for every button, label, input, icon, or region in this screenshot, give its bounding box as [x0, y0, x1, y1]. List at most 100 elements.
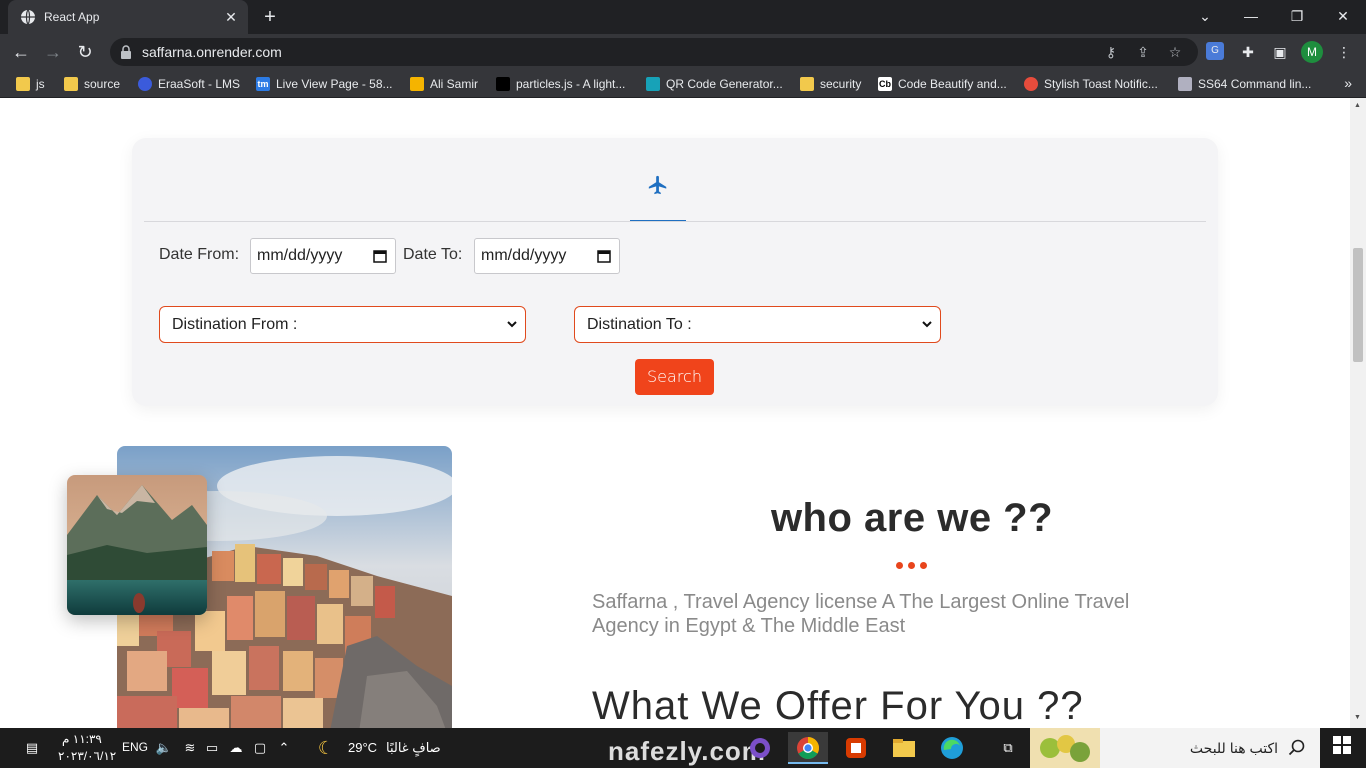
scroll-down-icon[interactable]: ▼	[1354, 714, 1361, 721]
chevron-down-icon	[507, 321, 517, 328]
globe-icon	[21, 9, 35, 25]
bookmark-label: security	[820, 77, 862, 91]
bookmark-ss64[interactable]: SS64 Command lin...	[1178, 76, 1311, 92]
extensions-puzzle-icon[interactable]: ✚	[1238, 42, 1258, 62]
taskbar-app-chrome[interactable]	[788, 732, 828, 764]
notifications-icon[interactable]: ▤	[20, 736, 44, 760]
mountain-lake-photo	[67, 475, 207, 615]
forward-button[interactable]: →	[40, 39, 66, 65]
bookmark-label: Stylish Toast Notific...	[1044, 77, 1158, 91]
tab-flights[interactable]	[630, 168, 686, 222]
scrollbar-thumb[interactable]	[1353, 248, 1363, 362]
browser-tab-strip: React App ✕ + ⌄ — ❐ ✕	[0, 0, 1366, 34]
github-desktop-icon	[750, 738, 770, 758]
volume-icon[interactable]: 🔈	[152, 736, 176, 760]
calendar-icon[interactable]	[373, 249, 387, 263]
bookmark-code-beautify[interactable]: Cb Code Beautify and...	[878, 76, 1007, 92]
browser-tab[interactable]: React App ✕	[8, 0, 248, 34]
clock-date[interactable]: ٢٠٢٣/٠٦/١٢	[58, 749, 116, 763]
url-text[interactable]: saffarna.onrender.com	[142, 44, 282, 60]
taskbar-app-edge[interactable]	[932, 732, 972, 764]
search-button[interactable]: Search	[635, 359, 714, 395]
bookmark-live-view[interactable]: tm Live View Page - 58...	[256, 76, 393, 92]
ali-icon	[410, 77, 424, 91]
minimize-button[interactable]: —	[1228, 4, 1274, 28]
back-button[interactable]: ←	[8, 39, 34, 65]
menu-kebab-icon[interactable]: ⋮	[1334, 42, 1354, 62]
meet-now-icon[interactable]: ▢	[248, 736, 272, 760]
scroll-up-icon[interactable]: ▲	[1354, 102, 1361, 109]
key-icon[interactable]: ⚷	[1102, 43, 1120, 61]
bookmark-js[interactable]: js	[16, 76, 45, 92]
bookmark-stylish-toast[interactable]: Stylish Toast Notific...	[1024, 76, 1158, 92]
page-scrollbar[interactable]: ▲ ▼	[1350, 98, 1366, 728]
dot	[908, 562, 915, 569]
translate-extension-icon[interactable]: G	[1206, 42, 1224, 60]
omnibox[interactable]: saffarna.onrender.com ⚷ ⇪ ☆	[110, 38, 1198, 66]
destination-from-value: Distination From :	[172, 316, 298, 333]
close-window-button[interactable]: ✕	[1320, 4, 1366, 28]
weather-moon-icon[interactable]: ☾	[314, 736, 338, 760]
tab-divider	[144, 221, 1206, 222]
toast-icon	[1024, 77, 1038, 91]
office-icon	[846, 738, 866, 758]
about-title: who are we ??	[770, 496, 1054, 540]
bookmark-label: js	[36, 77, 45, 91]
date-from-input[interactable]: mm/dd/yyyy	[250, 238, 396, 274]
share-icon[interactable]: ⇪	[1134, 43, 1152, 61]
bookmark-eraasoft[interactable]: EraaSoft - LMS	[138, 76, 240, 92]
bookmark-security[interactable]: security	[800, 76, 861, 92]
dot	[896, 562, 903, 569]
cb-icon: Cb	[878, 77, 892, 91]
show-hidden-icons[interactable]: ⌃	[272, 736, 296, 760]
restore-button[interactable]: ❐	[1274, 4, 1320, 28]
bookmark-source[interactable]: source	[64, 76, 120, 92]
date-to-value: mm/dd/yyyy	[481, 247, 567, 264]
taskbar-app-file-explorer[interactable]	[884, 732, 924, 764]
wifi-icon[interactable]: ≋	[178, 736, 202, 760]
date-from-label: Date From:	[159, 246, 240, 263]
tab-search-button[interactable]: ⌄	[1182, 4, 1228, 28]
about-description: Saffarna , Travel Agency license A The L…	[592, 591, 1130, 637]
profile-avatar[interactable]: M	[1301, 41, 1323, 63]
task-view-icon[interactable]: ⧉	[996, 736, 1020, 760]
windows-start-icon[interactable]	[1330, 736, 1354, 760]
chrome-icon	[797, 737, 819, 759]
language-indicator[interactable]: ENG	[122, 740, 148, 754]
calendar-icon[interactable]	[597, 249, 611, 263]
close-tab-icon[interactable]: ✕	[222, 8, 240, 26]
folder-icon	[893, 739, 915, 757]
weather-condition[interactable]: صافٍ غالبًا	[386, 740, 441, 756]
reload-button[interactable]: ↻	[72, 39, 98, 65]
bookmark-label: Live View Page - 58...	[276, 77, 393, 91]
address-bar-row: ← → ↻ saffarna.onrender.com ⚷ ⇪ ☆ G ✚ ▣ …	[0, 34, 1366, 70]
bookmark-ali-samir[interactable]: Ali Samir	[410, 76, 478, 92]
destination-to-select[interactable]: Distination To :	[574, 306, 941, 343]
onedrive-icon[interactable]: ☁	[224, 736, 248, 760]
title-dots-decoration	[896, 562, 927, 569]
bookmark-star-icon[interactable]: ☆	[1166, 43, 1184, 61]
weather-temperature[interactable]: 29°C	[348, 740, 377, 755]
search-highlight-image	[1030, 728, 1100, 768]
bookmarks-overflow-icon[interactable]: »	[1344, 75, 1352, 91]
folder-icon	[16, 77, 30, 91]
destination-to-value: Distination To :	[587, 316, 692, 333]
bookmark-particles[interactable]: particles.js - A light...	[496, 76, 625, 92]
date-to-input[interactable]: mm/dd/yyyy	[474, 238, 620, 274]
new-tab-button[interactable]: +	[258, 6, 282, 30]
taskbar-search-box[interactable]: اكتب هنا للبحث	[1030, 728, 1320, 768]
search-placeholder: اكتب هنا للبحث	[1189, 740, 1278, 756]
bookmark-label: QR Code Generator...	[666, 77, 783, 91]
destination-from-select[interactable]: Distination From :	[159, 306, 526, 343]
bookmark-qr-generator[interactable]: QR Code Generator...	[646, 76, 783, 92]
lock-icon[interactable]	[120, 45, 132, 59]
page-viewport: Date From: mm/dd/yyyy Date To: mm/dd/yyy…	[0, 98, 1350, 728]
clock-time[interactable]: ١١:٣٩ م	[62, 732, 102, 746]
flight-search-card: Date From: mm/dd/yyyy Date To: mm/dd/yyy…	[132, 138, 1218, 406]
tab-title: React App	[44, 10, 100, 24]
taskbar-app-office[interactable]	[836, 732, 876, 764]
battery-icon[interactable]: ▭	[200, 736, 224, 760]
side-panel-icon[interactable]: ▣	[1270, 42, 1290, 62]
taskbar-app-github[interactable]	[740, 732, 780, 764]
bookmark-label: Ali Samir	[430, 77, 479, 91]
